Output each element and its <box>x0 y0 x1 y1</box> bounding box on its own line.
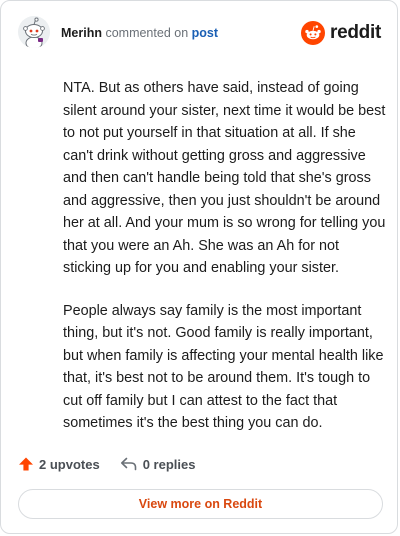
comment-header: Merihn commented on post reddit <box>18 16 381 52</box>
reply-count: 0 replies <box>142 456 196 472</box>
snoo-avatar-icon <box>18 16 50 48</box>
post-link[interactable]: post <box>192 26 218 40</box>
reply-arrow-icon <box>120 457 136 471</box>
comment-paragraph-2: People always say family is the most imp… <box>63 302 384 432</box>
upvote-count: 2 upvotes <box>39 456 100 472</box>
reddit-logo-icon <box>301 21 326 45</box>
reddit-brand[interactable]: reddit <box>301 20 381 46</box>
commented-on-text: commented on <box>101 26 192 40</box>
upvote-arrow-icon <box>19 457 33 471</box>
reply-button[interactable]: 0 replies <box>120 456 196 472</box>
upvote-button[interactable]: 2 upvotes <box>18 456 100 472</box>
view-more-on-reddit-button[interactable]: View more on Reddit <box>18 489 383 519</box>
user-avatar[interactable] <box>18 16 50 48</box>
reddit-embed-card: Merihn commented on post reddit NTA. But… <box>0 0 398 534</box>
comment-actions: 2 upvotes 0 replies <box>18 453 195 475</box>
view-more-label: View more on Reddit <box>138 497 263 511</box>
comment-paragraph-1: NTA. But as others have said, instead of… <box>63 80 386 276</box>
reddit-wordmark: reddit <box>330 22 381 43</box>
author-name[interactable]: Merihn <box>61 26 102 40</box>
comment-meta: Merihn commented on post <box>61 26 218 40</box>
comment-body: NTA. But as others have said, instead of… <box>63 77 387 455</box>
